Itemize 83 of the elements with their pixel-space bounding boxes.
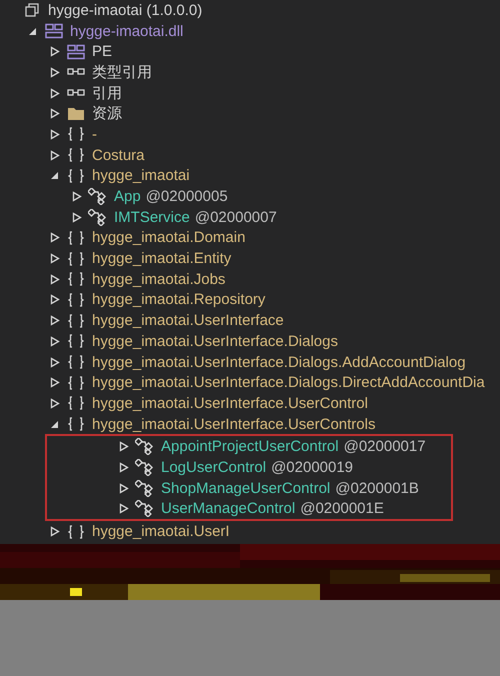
reference-icon [67,88,85,98]
braces-icon [67,148,85,162]
tree-item-label[interactable]: IMTService [114,210,190,225]
tree-item-label[interactable]: PE [92,44,112,60]
braces-icon [67,334,85,348]
braces-icon [67,127,85,142]
module-icon [67,44,85,60]
token-label: @02000019 [271,460,354,475]
expand-arrow-icon[interactable] [50,232,60,244]
expand-arrow-icon[interactable] [119,441,129,452]
tree-item-label[interactable]: hygge_imaotai.Jobs [92,272,226,287]
collapse-arrow-icon[interactable] [50,170,60,182]
tree-item-label[interactable]: hygge_imaotai.UserInterface.Dialogs [92,334,338,349]
folder-icon [67,106,85,122]
tree-item-label[interactable]: hygge_imaotai.Repository [92,292,266,308]
tree-item-label[interactable]: hygge-imaotai (1.0.0.0) [48,2,202,18]
tree-item-label[interactable]: AppointProjectUserControl [161,439,339,454]
token-label: @02000005 [146,189,228,204]
tree-item-label[interactable]: App [114,189,141,204]
assembly-icon [24,2,40,18]
token-label: @02000017 [344,439,426,454]
token-label: @0200001E [300,501,384,516]
expand-arrow-icon[interactable] [50,66,60,78]
tree-item-label[interactable]: hygge_imaotai.UserInterface.UserControl [92,396,368,411]
braces-icon [67,230,85,245]
expand-arrow-icon[interactable] [72,212,82,223]
expand-arrow-icon[interactable] [50,46,60,58]
tree-item-label[interactable]: LogUserControl [161,460,266,475]
expand-arrow-icon[interactable] [50,274,60,285]
tree-item-label[interactable]: ShopManageUserControl [161,480,330,496]
tree-item-label[interactable]: hygge_imaotai.UserInterface.UserControls [92,416,376,432]
expand-arrow-icon[interactable] [50,128,60,140]
expand-arrow-icon[interactable] [119,462,129,473]
token-label: @0200001B [335,480,419,496]
expand-arrow-icon[interactable] [50,150,60,161]
expand-arrow-icon[interactable] [119,482,129,494]
tree-item-label[interactable]: UserManageControl [161,501,296,516]
class-icon [135,458,155,476]
braces-icon [67,168,85,183]
tree-item-label[interactable]: 类型引用 [92,64,152,80]
class-icon [135,500,155,518]
braces-icon [67,314,85,328]
tree-item-label[interactable]: Costura [92,148,145,163]
tree-item-label[interactable]: hygge_imaotai.UserInterface [92,313,284,328]
expand-arrow-icon[interactable] [50,398,60,409]
tree-item-label[interactable]: hygge_imaotai.Entity [92,251,232,266]
braces-icon [67,524,85,539]
expand-arrow-icon[interactable] [50,294,60,306]
tree-item-label[interactable]: hygge_imaotai.UserInterface.Dialogs.AddAccountDialog [92,354,466,370]
class-icon [88,188,108,206]
tree-item-label[interactable]: hygge_imaotai.UserI [92,524,230,540]
module-icon [45,23,63,40]
braces-icon [67,376,85,390]
expand-arrow-icon[interactable] [50,315,60,326]
expand-arrow-icon[interactable] [50,377,60,388]
class-icon [135,438,155,456]
expand-arrow-icon[interactable] [72,191,82,202]
expand-arrow-icon[interactable] [50,356,60,368]
braces-icon [67,252,85,266]
token-label: @02000007 [194,210,277,225]
tree-item-label[interactable]: hygge_imaotai [92,168,190,184]
expand-arrow-icon[interactable] [50,526,60,538]
tree-item-label[interactable]: 资源 [92,106,122,122]
tree-item-label[interactable]: hygge_imaotai.Domain [92,230,246,246]
expand-arrow-icon[interactable] [50,336,60,347]
collapse-arrow-icon[interactable] [28,26,38,37]
reference-icon [67,67,85,78]
tree-item-label[interactable]: - [92,126,97,142]
expand-arrow-icon[interactable] [50,108,60,120]
class-icon [88,208,108,226]
tree-item-label[interactable]: hygge-imaotai.dll [70,24,184,39]
tree-item-label[interactable]: hygge_imaotai.UserInterface.Dialogs.DirectAddAccountDia [92,375,485,390]
expand-arrow-icon[interactable] [119,503,129,514]
collapse-arrow-icon[interactable] [50,418,60,430]
tree-item-label[interactable]: 引用 [92,86,122,101]
braces-icon [67,292,85,307]
expand-arrow-icon[interactable] [50,88,60,99]
expand-arrow-icon[interactable] [50,253,60,264]
braces-icon [67,396,85,410]
braces-icon [67,272,85,286]
braces-icon [67,355,85,370]
class-icon [135,480,155,497]
braces-icon [67,417,85,432]
